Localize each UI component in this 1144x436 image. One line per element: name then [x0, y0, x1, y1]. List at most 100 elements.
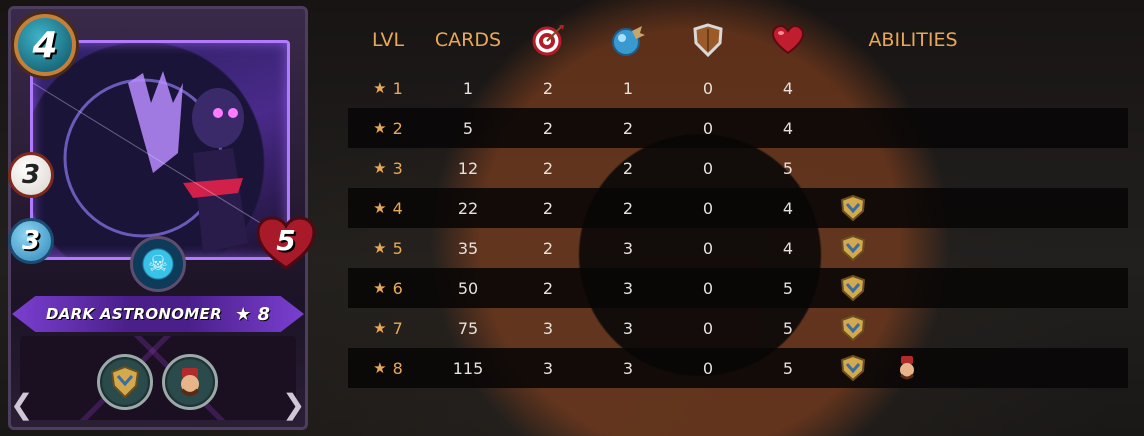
health-cell: 4	[782, 78, 794, 98]
armor-cell: 0	[702, 318, 714, 338]
armor-cell: 0	[702, 198, 714, 218]
health-cell: 5	[782, 158, 794, 178]
ranged-cell: 2	[542, 78, 554, 98]
ability-shield-icon	[838, 353, 868, 383]
name-banner: DARK ASTRONOMER ★ 8	[12, 296, 304, 332]
spike-right-icon: ❯	[282, 388, 306, 421]
level-cell: ★ 5	[348, 228, 428, 268]
abilities-cell	[838, 268, 1118, 308]
header-lvl: LVL	[371, 29, 405, 51]
star-icon: ★	[373, 159, 387, 177]
speed-cell: 3	[622, 278, 634, 298]
abilities-cell	[838, 308, 1118, 348]
cards-cell: 75	[457, 318, 479, 338]
level-value: 4	[392, 198, 403, 218]
abilities-cell	[838, 68, 1118, 108]
level-cell: ★ 2	[348, 108, 428, 148]
ranged-cell: 2	[542, 278, 554, 298]
card-level: ★ 8	[235, 303, 270, 325]
speed-cell: 3	[622, 318, 634, 338]
spike-left-icon: ❮	[10, 388, 34, 421]
health-icon	[748, 20, 828, 60]
cards-cell: 1	[462, 78, 474, 98]
level-value: 7	[392, 318, 403, 338]
health-stat: 5	[256, 216, 316, 272]
armor-cell: 0	[702, 78, 714, 98]
table-row: ★ 3 12 2 2 0 5	[348, 148, 1128, 188]
ranged-attack-stat: 3	[8, 152, 54, 198]
level-cell: ★ 4	[348, 188, 428, 228]
cards-cell: 12	[457, 158, 479, 178]
abilities-cell	[838, 148, 1118, 188]
level-value: 5	[392, 238, 403, 258]
death-element-icon: ☠	[130, 236, 186, 292]
armor-cell: 0	[702, 238, 714, 258]
star-icon: ★	[373, 279, 387, 297]
ability-shield-icon	[838, 233, 868, 263]
armor-cell: 0	[702, 358, 714, 378]
health-cell: 5	[782, 318, 794, 338]
ability-shield-icon	[838, 273, 868, 303]
abilities-cell	[838, 188, 1118, 228]
level-value: 6	[392, 278, 403, 298]
monster-card: 4 3 3 5 ☠ DARK ASTRONOMER ★ 8 ❮ ❯	[0, 0, 316, 436]
health-value: 5	[276, 224, 296, 257]
speed-cell: 2	[622, 198, 634, 218]
table-row: ★ 7 75 3 3 0 5	[348, 308, 1128, 348]
speed-cell: 1	[622, 78, 634, 98]
ability-shield-icon	[838, 313, 868, 343]
speed-cell: 2	[622, 158, 634, 178]
level-cell: ★ 7	[348, 308, 428, 348]
level-cell: ★ 1	[348, 68, 428, 108]
armor-cell: 0	[702, 118, 714, 138]
cards-cell: 35	[457, 238, 479, 258]
stats-table-header: LVL CARDS ABILITIES	[348, 20, 1128, 60]
ranged-cell: 2	[542, 198, 554, 218]
armor-icon	[668, 20, 748, 60]
ranged-cell: 2	[542, 158, 554, 178]
abilities-cell	[838, 348, 1118, 388]
star-icon: ★	[373, 199, 387, 217]
star-icon: ★	[373, 319, 387, 337]
ranged-attack-icon	[508, 20, 588, 60]
speed-cell: 2	[622, 118, 634, 138]
table-row: ★ 1 1 2 1 0 4	[348, 68, 1128, 108]
ability-fez-icon	[892, 353, 922, 383]
health-cell: 4	[782, 118, 794, 138]
reflection-icon	[162, 354, 218, 410]
health-cell: 5	[782, 278, 794, 298]
level-value: 1	[392, 78, 403, 98]
star-icon: ★	[373, 119, 387, 137]
level-cell: ★ 3	[348, 148, 428, 188]
abilities-cell	[838, 228, 1118, 268]
star-icon: ★	[373, 79, 387, 97]
speed-cell: 3	[622, 238, 634, 258]
table-row: ★ 6 50 2 3 0 5	[348, 268, 1128, 308]
ranged-cell: 2	[542, 238, 554, 258]
card-name: DARK ASTRONOMER	[46, 305, 222, 323]
armor-cell: 0	[702, 278, 714, 298]
table-row: ★ 2 5 2 2 0 4	[348, 108, 1128, 148]
level-cell: ★ 6	[348, 268, 428, 308]
speed-icon	[588, 20, 668, 60]
level-value: 2	[392, 118, 403, 138]
level-cell: ★ 8	[348, 348, 428, 388]
level-value: 8	[392, 358, 403, 378]
abilities-cell	[838, 108, 1118, 148]
header-cards: CARDS	[434, 29, 502, 51]
stats-table-body: ★ 1 1 2 1 0 4 ★ 2 5 2 2 0 4 ★ 3 12 2 2 0 5 …	[348, 68, 1128, 388]
card-bottom-panel	[20, 336, 296, 420]
health-cell: 5	[782, 358, 794, 378]
health-cell: 4	[782, 238, 794, 258]
level-value: 3	[392, 158, 403, 178]
void-armor-icon	[97, 354, 153, 410]
cards-cell: 50	[457, 278, 479, 298]
mana-cost: 4	[14, 14, 76, 76]
cards-cell: 115	[452, 358, 484, 378]
card-art	[30, 40, 290, 260]
speed-cell: 3	[622, 358, 634, 378]
ranged-cell: 2	[542, 118, 554, 138]
star-icon: ★	[373, 239, 387, 257]
ranged-cell: 3	[542, 318, 554, 338]
table-row: ★ 8 115 3 3 0 5	[348, 348, 1128, 388]
